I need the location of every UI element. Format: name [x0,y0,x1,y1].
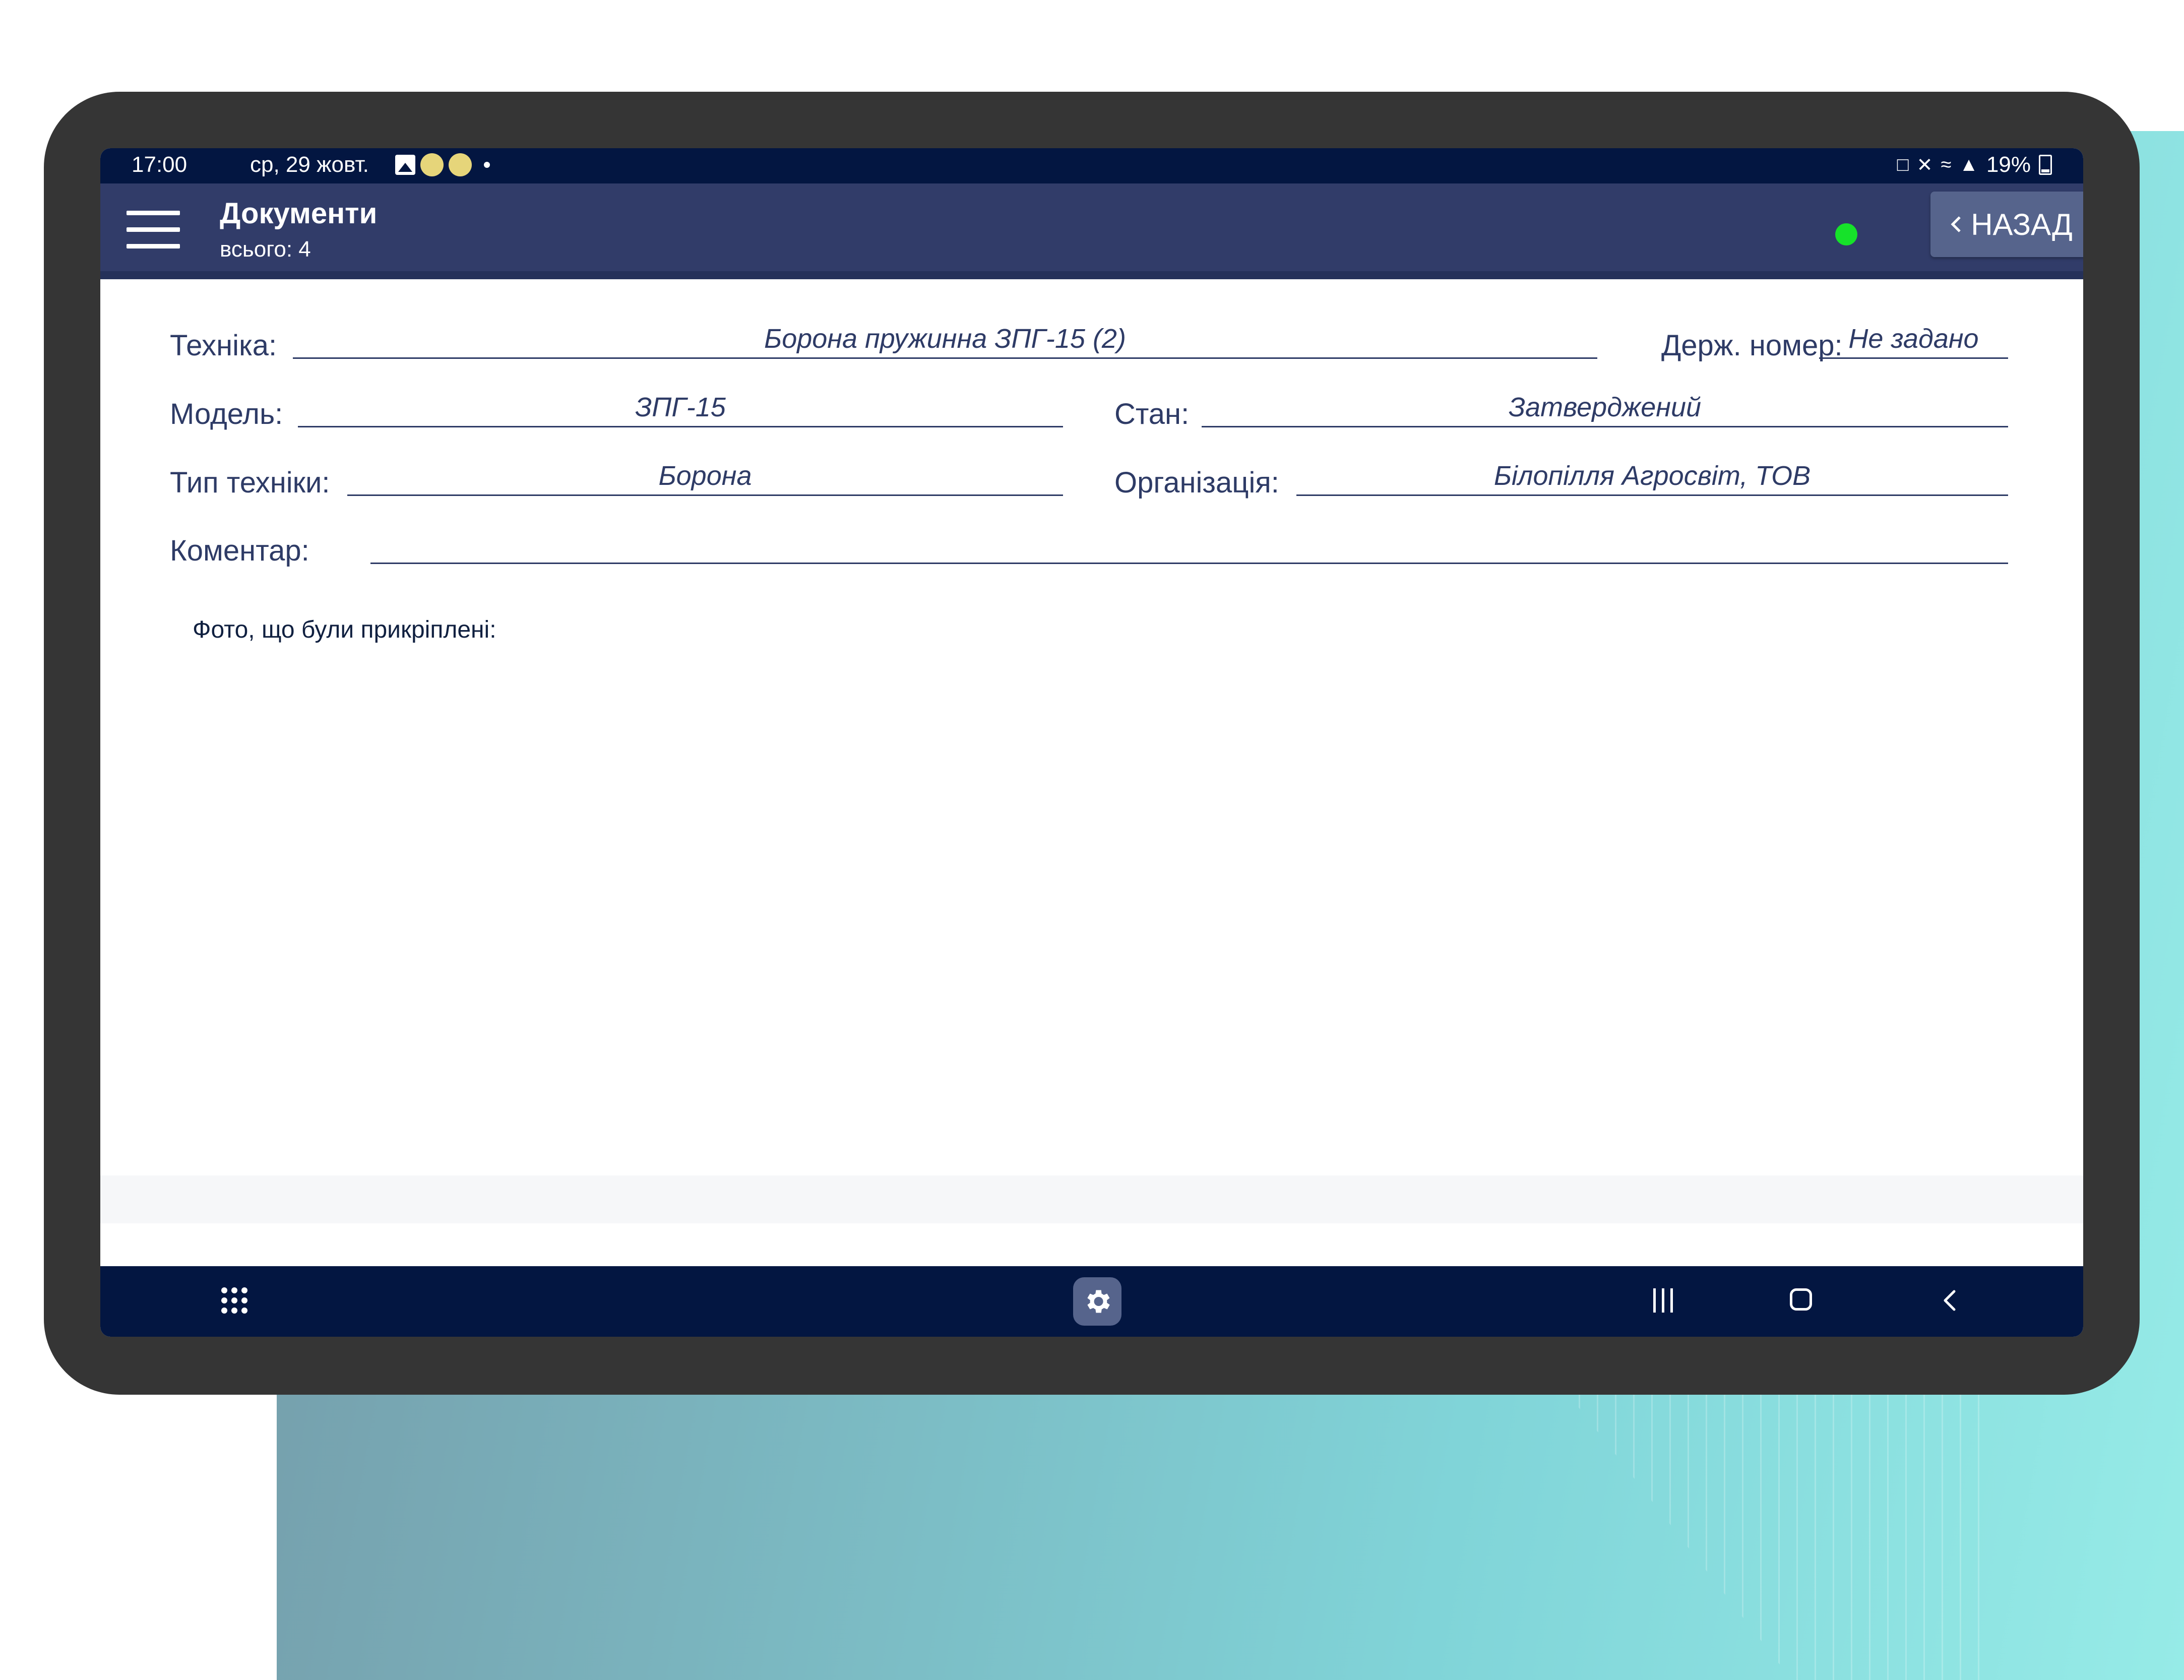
organizatsiya-field[interactable]: Білопілля Агросвіт, ТОВ [1296,461,2008,496]
app-notification-icon [420,153,444,176]
organizatsiya-label: Організація: [1114,466,1279,499]
signal-icon: ▲ [1959,154,1978,175]
photos-section-label: Фото, що були прикріплені: [193,616,496,643]
back-icon[interactable] [1935,1285,1965,1316]
tablet-frame: 17:00 ср, 29 жовт. □ ✕ ≈ ▲ 19% Документи… [44,92,2140,1395]
battery-percent: 19% [1986,152,2031,177]
system-icons: □ ✕ ≈ ▲ 19% [1897,152,2052,177]
document-details: Техніка: Борона пружинна ЗПГ-15 (2) Держ… [100,279,2083,1262]
home-icon[interactable] [1790,1288,1812,1311]
lock-icon: □ [1897,154,1909,175]
tekhnika-field[interactable]: Борона пружинна ЗПГ-15 (2) [293,324,1597,359]
wifi-icon: ≈ [1941,154,1952,175]
more-notifications-icon [484,162,490,168]
gear-icon[interactable] [1073,1277,1121,1326]
stan-field[interactable]: Затверджений [1202,392,2008,427]
stan-label: Стан: [1114,398,1190,430]
derzh-nomer-label: Держ. номер: [1661,329,1843,362]
model-field[interactable]: ЗПГ-15 [298,392,1063,427]
hamburger-icon[interactable] [127,211,180,249]
back-button[interactable]: НАЗАД [1930,192,2083,257]
photos-divider [100,1175,2083,1223]
typ-tekhniky-label: Тип техніки: [170,466,330,499]
page-subtitle: всього: 4 [220,237,311,262]
komentar-label: Коментар: [170,534,309,567]
gear-glyph [1087,1290,1110,1313]
model-label: Модель: [170,398,283,430]
connection-status-indicator [1835,223,1857,245]
status-date: ср, 29 жовт. [250,152,369,177]
system-nav-bar [100,1266,2083,1337]
tablet-screen: 17:00 ср, 29 жовт. □ ✕ ≈ ▲ 19% Документи… [100,148,2083,1337]
app-bar: Документи всього: 4 НАЗАД [100,183,2083,279]
derzh-nomer-field[interactable]: Не задано [1819,324,2008,359]
back-button-label: НАЗАД [1971,207,2073,241]
chevron-left-icon [1951,216,1961,232]
komentar-field[interactable] [370,529,2008,564]
mute-icon: ✕ [1916,154,1933,176]
notification-icons [395,153,490,176]
grid-icon[interactable] [221,1287,248,1315]
tekhnika-label: Техніка: [170,329,277,362]
page-title: Документи [220,197,378,230]
battery-icon [2039,155,2052,175]
status-time: 17:00 [132,152,188,177]
typ-tekhniky-field[interactable]: Борона [347,461,1063,496]
recent-apps-icon[interactable] [1648,1285,1678,1316]
app-notification-icon [449,153,472,176]
status-bar: 17:00 ср, 29 жовт. □ ✕ ≈ ▲ 19% [100,148,2083,183]
gallery-icon [395,155,415,175]
